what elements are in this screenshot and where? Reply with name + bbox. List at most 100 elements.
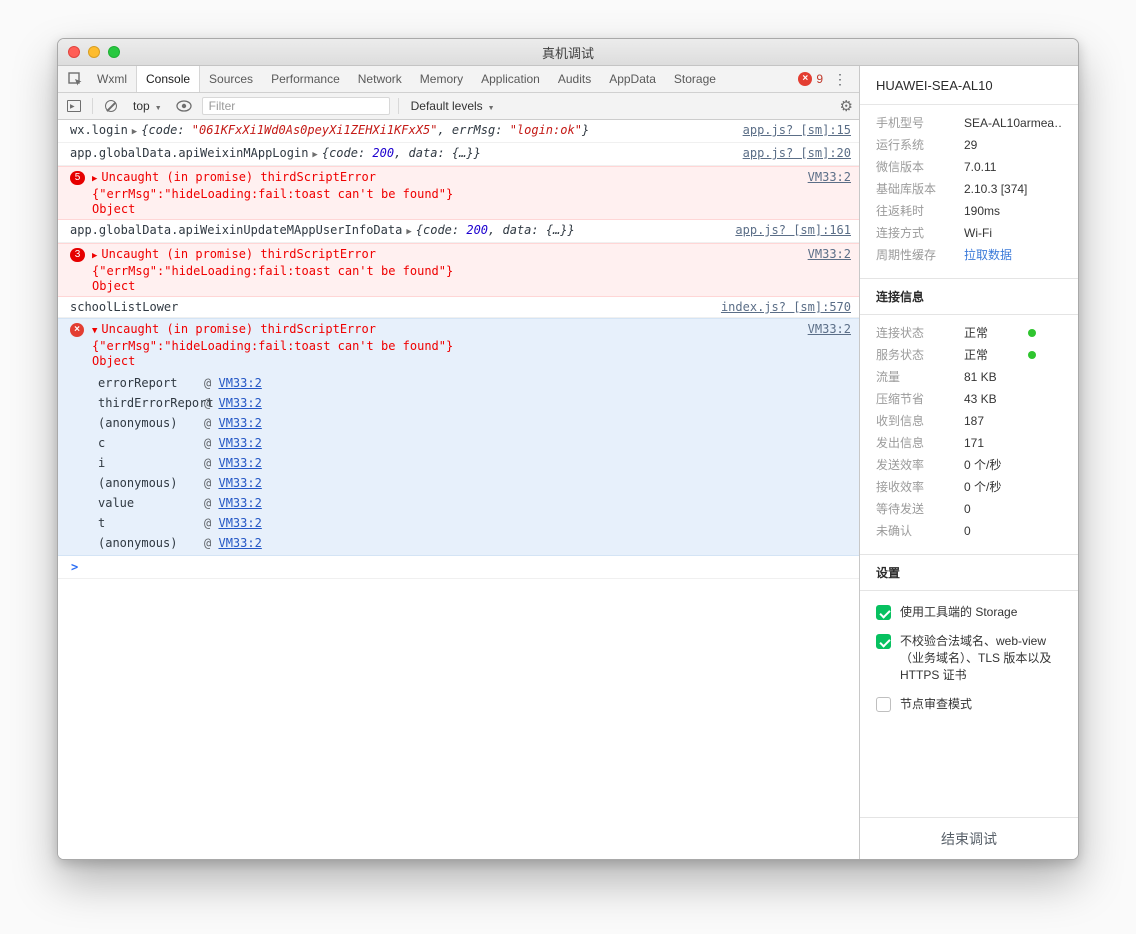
source-link[interactable]: app.js? [sm]:15 [743, 123, 851, 138]
source-link[interactable]: app.js? [sm]:161 [735, 223, 851, 238]
console-log: wx.login {code: "061KFxXi1Wd0As0peyXi1ZEH… [58, 120, 859, 859]
info-value: 190ms [964, 204, 1001, 218]
error-object[interactable]: Object [92, 354, 796, 369]
disclosure-triangle-icon[interactable] [132, 123, 137, 140]
error-count-indicator[interactable]: × 9 [798, 72, 823, 86]
chevron-down-icon [488, 99, 495, 113]
conn-label: 服务状态 [876, 348, 925, 362]
tab-network[interactable]: Network [349, 66, 411, 92]
close-button[interactable] [68, 46, 80, 58]
disclosure-triangle-icon[interactable] [312, 146, 317, 163]
error-detail: {"errMsg":"hideLoading:fail:toast can't … [92, 339, 454, 353]
source-link[interactable]: VM33:2 [808, 247, 851, 262]
conn-row: 压缩节省 43 KB [860, 388, 1078, 410]
clear-console-icon[interactable] [101, 96, 121, 116]
info-label: 手机型号 [876, 116, 925, 130]
error-detail: {"errMsg":"hideLoading:fail:toast can't … [92, 264, 454, 278]
tab-wxml[interactable]: Wxml [88, 66, 136, 92]
checkbox-checked-icon[interactable] [876, 634, 891, 649]
console-prompt[interactable] [58, 556, 859, 579]
inspect-element-icon[interactable] [62, 66, 88, 92]
window-title: 真机调试 [541, 45, 594, 61]
source-link[interactable]: VM33:2 [808, 322, 851, 337]
disclosure-triangle-icon[interactable] [406, 223, 411, 240]
tab-performance[interactable]: Performance [262, 66, 349, 92]
disclosure-triangle-icon[interactable] [92, 170, 97, 187]
log-levels-dropdown[interactable]: Default levels [407, 97, 499, 115]
checkbox-unchecked-icon[interactable] [876, 697, 891, 712]
checkbox-checked-icon[interactable] [876, 605, 891, 620]
console-message-row: wx.login {code: "061KFxXi1Wd0As0peyXi1ZEH… [58, 120, 859, 143]
tab-appdata[interactable]: AppData [600, 66, 665, 92]
frame-source-link[interactable]: VM33:2 [218, 516, 261, 530]
stack-frame: (anonymous) @ VM33:2 [92, 533, 796, 553]
connection-info-header: 连接信息 [860, 278, 1078, 315]
object-preview: } [581, 123, 590, 137]
tab-application[interactable]: Application [472, 66, 549, 92]
end-debug-button[interactable]: 结束调试 [860, 817, 1078, 859]
conn-row: 未确认 0 [860, 520, 1078, 542]
frame-function: value [98, 495, 135, 510]
console-sidebar-toggle-icon[interactable] [64, 96, 84, 116]
stack-frame: t @ VM33:2 [92, 513, 796, 533]
conn-value: 171 [964, 436, 985, 450]
conn-label: 收到信息 [876, 414, 925, 428]
object-preview: {code: [321, 146, 373, 160]
string-value: "061KFxXi1Wd0As0peyXi1ZEHXi1KFxX5" [191, 123, 438, 137]
window-titlebar: 真机调试 [58, 39, 1078, 66]
tab-sources[interactable]: Sources [200, 66, 262, 92]
object-preview: , data: [394, 146, 452, 160]
execution-context-dropdown[interactable]: top [129, 97, 166, 115]
source-link[interactable]: index.js? [sm]:570 [721, 300, 851, 315]
tab-console[interactable]: Console [136, 66, 201, 92]
frame-source-link[interactable]: VM33:2 [218, 376, 261, 390]
frame-source-link[interactable]: VM33:2 [218, 456, 261, 470]
disclosure-triangle-open-icon[interactable] [92, 322, 97, 339]
minimize-button[interactable] [88, 46, 100, 58]
console-error-row: 3 Uncaught (in promise) thirdScriptError… [58, 243, 859, 297]
status-dot-green [1028, 329, 1036, 337]
setting-node-inspect-mode[interactable]: 节点审查模式 [860, 690, 1078, 719]
frame-source-link[interactable]: VM33:2 [218, 396, 261, 410]
conn-label: 发出信息 [876, 436, 925, 450]
frame-function: thirdErrorReport [98, 395, 214, 410]
frame-source-link[interactable]: VM33:2 [218, 536, 261, 550]
setting-label: 节点审查模式 [900, 697, 973, 711]
at-symbol: @ [204, 395, 212, 410]
info-value: 29 [964, 138, 978, 152]
fetch-cache-link[interactable]: 拉取数据 [964, 248, 1062, 262]
setting-label: 使用工具端的 Storage [900, 605, 1018, 619]
conn-row: 发送效率 0 个/秒 [860, 454, 1078, 476]
source-link[interactable]: app.js? [sm]:20 [743, 146, 851, 161]
tab-storage[interactable]: Storage [665, 66, 725, 92]
filter-input[interactable] [201, 97, 390, 115]
console-toolbar: top Default levels ⚙ [58, 93, 859, 120]
tab-memory[interactable]: Memory [411, 66, 472, 92]
setting-use-tool-storage[interactable]: 使用工具端的 Storage [860, 598, 1078, 627]
disclosure-triangle-icon[interactable] [92, 247, 97, 264]
settings-header: 设置 [860, 554, 1078, 591]
info-row: 基础库版本 2.10.3 [374] [860, 178, 1078, 200]
frame-source-link[interactable]: VM33:2 [218, 436, 261, 450]
stack-frame: (anonymous) @ VM33:2 [92, 413, 796, 433]
setting-skip-domain-check[interactable]: 不校验合法域名、web-view（业务域名）、TLS 版本以及 HTTPS 证书 [860, 627, 1078, 690]
info-row: 微信版本 7.0.11 [860, 156, 1078, 178]
error-object[interactable]: Object [92, 202, 796, 217]
frame-source-link[interactable]: VM33:2 [218, 496, 261, 510]
frame-source-link[interactable]: VM33:2 [218, 416, 261, 430]
conn-row: 等待发送 0 [860, 498, 1078, 520]
zoom-button[interactable] [108, 46, 120, 58]
console-settings-gear-icon[interactable]: ⚙ [840, 97, 853, 115]
frame-function: (anonymous) [98, 415, 178, 430]
info-value: 7.0.11 [964, 160, 997, 174]
source-link[interactable]: VM33:2 [808, 170, 851, 185]
conn-value: 0 [964, 524, 971, 538]
error-message: Uncaught (in promise) thirdScriptError [101, 170, 376, 184]
log-label: app.globalData.apiWeixinUpdateMAppUserIn… [70, 223, 403, 237]
error-object[interactable]: Object [92, 279, 796, 294]
frame-source-link[interactable]: VM33:2 [218, 476, 261, 490]
live-expression-eye-icon[interactable] [174, 96, 194, 116]
tab-audits[interactable]: Audits [549, 66, 600, 92]
more-options-icon[interactable]: ⋮ [827, 71, 853, 88]
log-label: wx.login [70, 123, 128, 137]
